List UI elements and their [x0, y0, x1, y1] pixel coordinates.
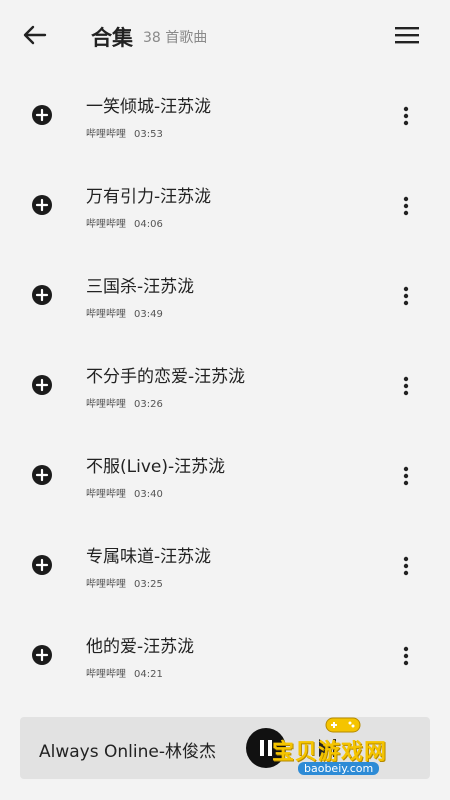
pause-button[interactable]: [246, 728, 286, 768]
add-to-playlist-button[interactable]: [31, 644, 53, 666]
song-duration: 03:53: [134, 129, 163, 140]
more-options-button[interactable]: [396, 463, 416, 489]
more-options-button[interactable]: [396, 193, 416, 219]
plus-circle-icon: [32, 195, 52, 215]
more-vertical-icon: [403, 286, 409, 306]
song-row[interactable]: 不分手的恋爱-汪苏泷 哔哩哔哩 03:26: [0, 340, 450, 430]
plus-circle-icon: [32, 465, 52, 485]
song-duration: 03:25: [134, 579, 163, 590]
song-meta: 哔哩哔哩 03:49: [86, 305, 163, 320]
add-to-playlist-button[interactable]: [31, 464, 53, 486]
more-options-button[interactable]: [396, 283, 416, 309]
more-options-button[interactable]: [396, 553, 416, 579]
top-bar: 合集 38 首歌曲: [0, 0, 450, 72]
more-vertical-icon: [403, 106, 409, 126]
song-title: 他的爱-汪苏泷: [86, 637, 195, 657]
song-row[interactable]: 他的爱-汪苏泷 哔哩哔哩 04:21: [0, 610, 450, 700]
song-duration: 03:26: [134, 399, 163, 410]
add-to-playlist-button[interactable]: [31, 284, 53, 306]
more-vertical-icon: [403, 376, 409, 396]
song-title: 三国杀-汪苏泷: [86, 277, 195, 297]
song-meta: 哔哩哔哩 04:21: [86, 665, 163, 680]
song-meta: 哔哩哔哩 03:53: [86, 125, 163, 140]
song-meta: 哔哩哔哩 03:40: [86, 485, 163, 500]
song-title: 一笑倾城-汪苏泷: [86, 97, 212, 117]
now-playing-title: Always Online-林俊杰: [39, 742, 216, 762]
more-options-button[interactable]: [396, 103, 416, 129]
song-duration: 04:06: [134, 219, 163, 230]
song-meta: 哔哩哔哩 04:06: [86, 215, 163, 230]
hamburger-menu-icon: [395, 27, 419, 44]
song-row[interactable]: 三国杀-汪苏泷 哔哩哔哩 03:49: [0, 250, 450, 340]
plus-circle-icon: [32, 375, 52, 395]
page-title: 合集: [91, 26, 133, 50]
song-source: 哔哩哔哩: [86, 579, 126, 590]
song-source: 哔哩哔哩: [86, 129, 126, 140]
add-to-playlist-button[interactable]: [31, 104, 53, 126]
more-vertical-icon: [403, 466, 409, 486]
more-vertical-icon: [403, 196, 409, 216]
pause-icon: [260, 740, 272, 756]
song-meta: 哔哩哔哩 03:25: [86, 575, 163, 590]
mini-player[interactable]: Always Online-林俊杰: [20, 717, 430, 779]
song-count: 38 首歌曲: [143, 30, 208, 46]
add-to-playlist-button[interactable]: [31, 194, 53, 216]
back-button[interactable]: [18, 20, 52, 50]
song-row[interactable]: 专属味道-汪苏泷 哔哩哔哩 03:25: [0, 520, 450, 610]
plus-circle-icon: [32, 285, 52, 305]
song-title: 不服(Live)-汪苏泷: [86, 457, 226, 477]
song-title: 万有引力-汪苏泷: [86, 187, 212, 207]
more-options-button[interactable]: [396, 643, 416, 669]
song-title: 不分手的恋爱-汪苏泷: [86, 367, 246, 387]
skip-next-icon: [319, 739, 336, 757]
more-vertical-icon: [403, 556, 409, 576]
add-to-playlist-button[interactable]: [31, 374, 53, 396]
plus-circle-icon: [32, 645, 52, 665]
song-source: 哔哩哔哩: [86, 669, 126, 680]
menu-button[interactable]: [392, 22, 422, 48]
plus-circle-icon: [32, 555, 52, 575]
add-to-playlist-button[interactable]: [31, 554, 53, 576]
plus-circle-icon: [32, 105, 52, 125]
song-row[interactable]: 不服(Live)-汪苏泷 哔哩哔哩 03:40: [0, 430, 450, 520]
arrow-left-icon: [23, 25, 47, 45]
song-duration: 03:49: [134, 309, 163, 320]
song-meta: 哔哩哔哩 03:26: [86, 395, 163, 410]
song-title: 专属味道-汪苏泷: [86, 547, 212, 567]
song-source: 哔哩哔哩: [86, 399, 126, 410]
song-source: 哔哩哔哩: [86, 309, 126, 320]
song-source: 哔哩哔哩: [86, 489, 126, 500]
song-row[interactable]: 一笑倾城-汪苏泷 哔哩哔哩 03:53: [0, 70, 450, 160]
song-row[interactable]: 万有引力-汪苏泷 哔哩哔哩 04:06: [0, 160, 450, 250]
song-source: 哔哩哔哩: [86, 219, 126, 230]
more-vertical-icon: [403, 646, 409, 666]
song-list: 一笑倾城-汪苏泷 哔哩哔哩 03:53 万有引力-汪苏泷 哔哩哔哩 04:06: [0, 70, 450, 700]
more-options-button[interactable]: [396, 373, 416, 399]
next-track-button[interactable]: [316, 737, 340, 759]
song-duration: 03:40: [134, 489, 163, 500]
song-duration: 04:21: [134, 669, 163, 680]
